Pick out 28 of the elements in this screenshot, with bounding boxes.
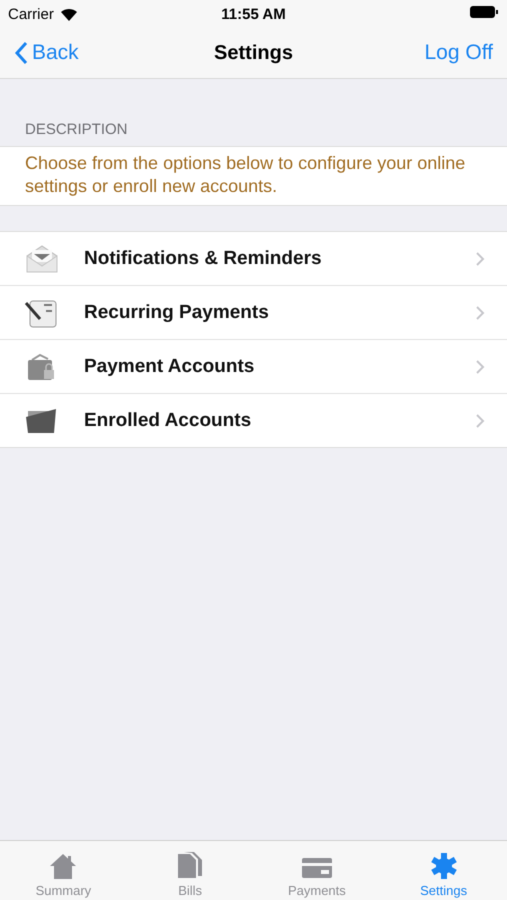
chevron-right-icon	[475, 358, 485, 374]
chevron-right-icon	[475, 250, 485, 266]
card-icon	[300, 856, 333, 880]
clock-time: 11:55 AM	[221, 6, 286, 22]
document-icon	[176, 850, 204, 880]
back-button[interactable]: Back	[14, 41, 214, 65]
tab-item[interactable]: Bills	[126, 841, 254, 900]
back-label: Back	[32, 41, 79, 65]
carrier-label: Carrier	[8, 6, 54, 22]
settings-row[interactable]: Recurring Payments	[0, 285, 507, 339]
envelope-icon	[25, 244, 59, 274]
settings-row[interactable]: Enrolled Accounts	[0, 393, 507, 447]
tab-item[interactable]: Summary	[0, 841, 127, 900]
settings-row[interactable]: Notifications & Reminders	[0, 232, 507, 285]
section-header: DESCRIPTION	[24, 120, 129, 140]
house-icon	[48, 852, 78, 880]
tab-item[interactable]: Payments	[254, 841, 380, 900]
log-off-button[interactable]: Log Off	[424, 41, 493, 65]
tab-item[interactable]: Settings	[380, 841, 507, 900]
description-text: Choose from the options below to configure your online settings or enroll new accounts.	[0, 146, 507, 206]
screen-title: Settings	[214, 42, 293, 64]
gear-icon	[430, 852, 458, 880]
chevron-left-icon	[14, 41, 28, 65]
settings-row[interactable]: Payment Accounts	[0, 339, 507, 393]
chevron-right-icon	[475, 304, 485, 320]
battery-icon	[469, 5, 499, 19]
wifi-icon	[60, 8, 78, 20]
chevron-right-icon	[475, 412, 485, 428]
